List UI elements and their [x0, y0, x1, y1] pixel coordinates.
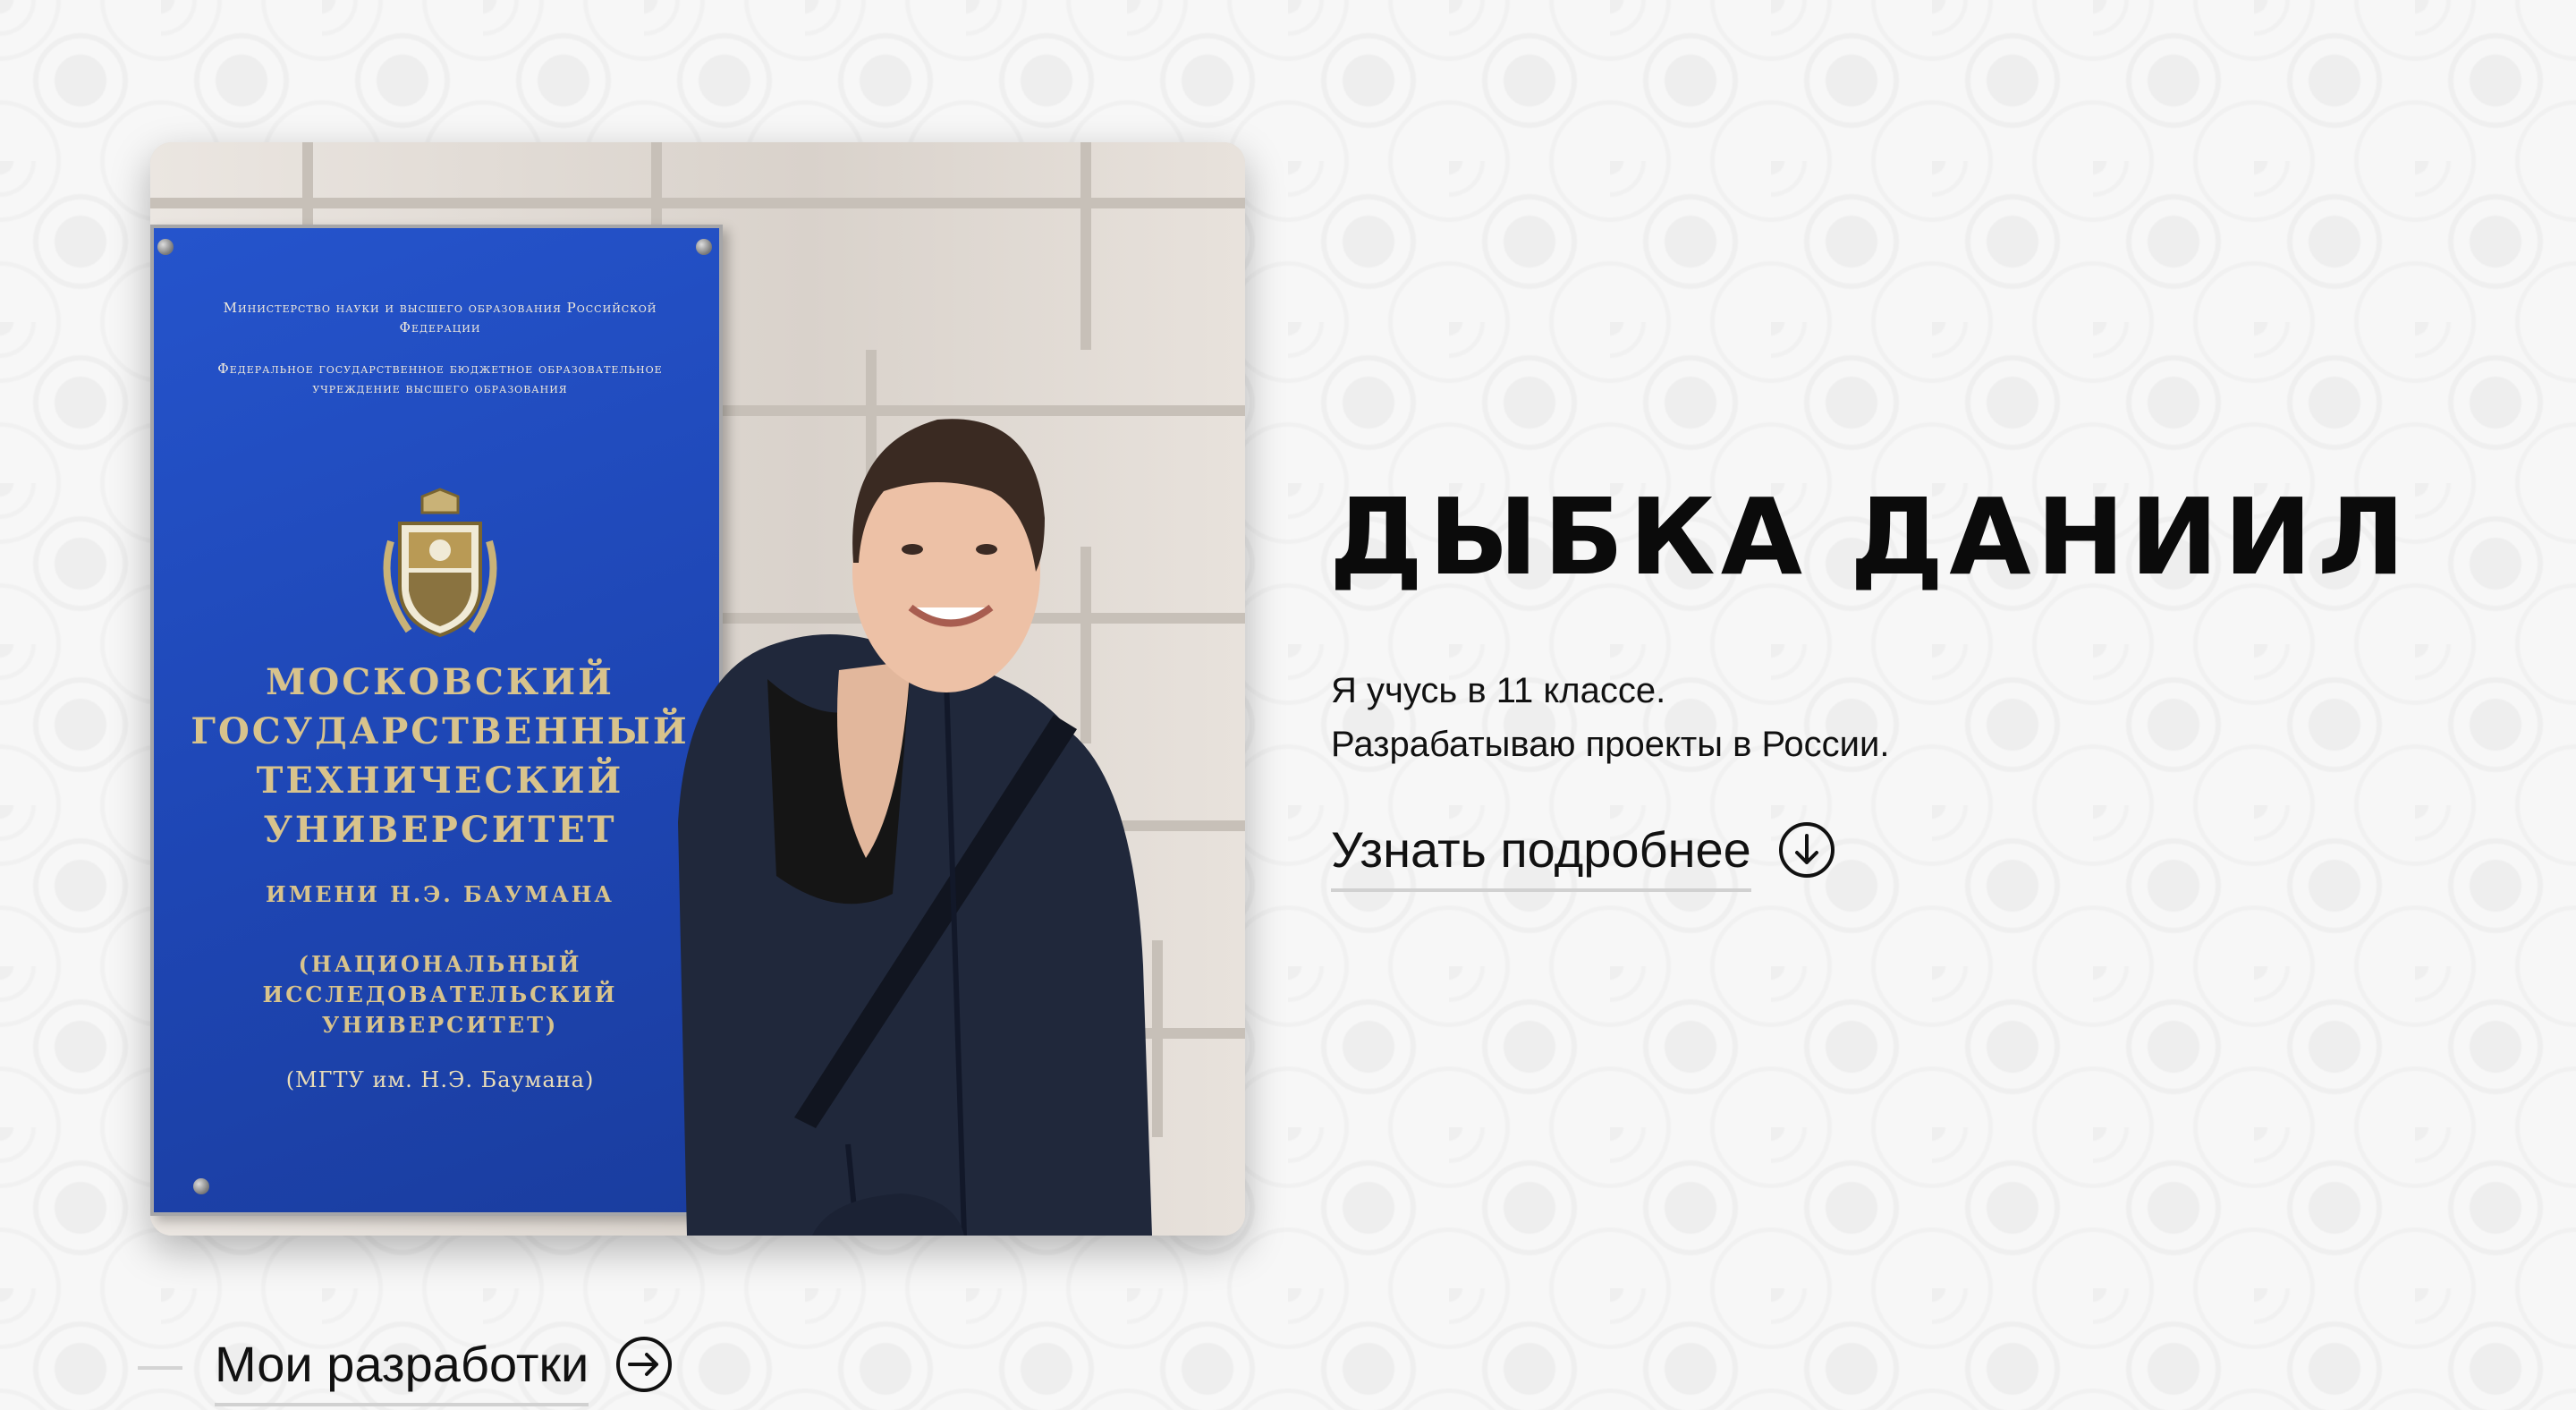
hero-name: ДЫБКА ДАНИИЛ [1329, 475, 2411, 599]
hero-description-line-1: Я учусь в 11 классе. [1331, 671, 1666, 710]
arrow-down-circle-icon [1778, 822, 1835, 878]
learn-more-link[interactable]: Узнать подробнее [1331, 819, 1835, 892]
arrow-right-circle-icon [616, 1337, 673, 1392]
learn-more-label: Узнать подробнее [1331, 819, 1751, 892]
section-dash [138, 1366, 182, 1370]
profile-photo: Министерство науки и высшего образования… [150, 142, 1245, 1236]
hero-description-line-2: Разрабатываю проекты в России. [1331, 725, 1890, 764]
person-figure [678, 419, 1152, 1236]
my-projects-link[interactable]: Мои разработки [215, 1333, 673, 1406]
my-projects-label: Мои разработки [215, 1333, 589, 1406]
